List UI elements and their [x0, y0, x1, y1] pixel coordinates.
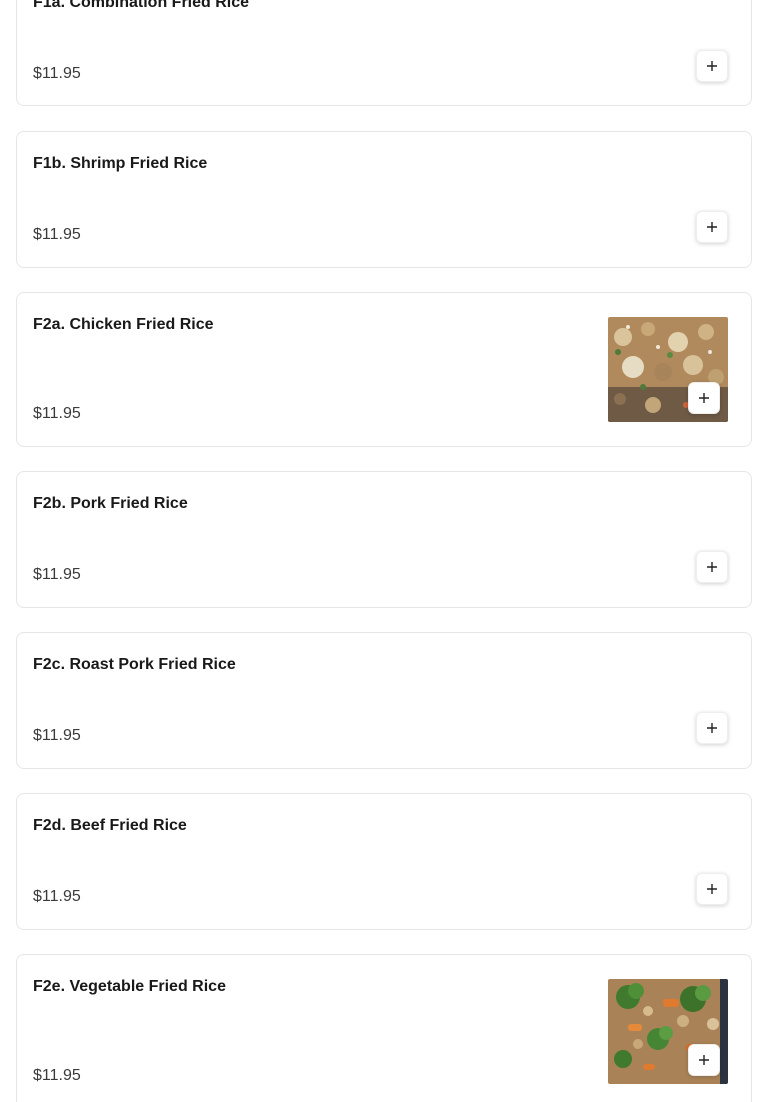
add-to-cart-button[interactable]: [688, 382, 720, 414]
menu-item-card[interactable]: F2c. Roast Pork Fried Rice $11.95: [16, 632, 752, 769]
menu-item-card[interactable]: F2a. Chicken Fried Rice $11.95: [16, 292, 752, 447]
menu-item-price: $11.95: [33, 405, 81, 422]
menu-item-list: F1a. Combination Fried Rice $11.95 F1b. …: [0, 0, 770, 1102]
menu-item-price: $11.95: [33, 727, 81, 744]
add-to-cart-button[interactable]: [696, 873, 728, 905]
add-to-cart-button[interactable]: [696, 551, 728, 583]
menu-item-card[interactable]: F2b. Pork Fried Rice $11.95: [16, 471, 752, 608]
plus-icon: [699, 393, 709, 403]
menu-item-card[interactable]: F1b. Shrimp Fried Rice $11.95: [16, 131, 752, 268]
add-to-cart-button[interactable]: [696, 712, 728, 744]
plus-icon: [707, 61, 717, 71]
menu-item-name: F1a. Combination Fried Rice: [33, 0, 250, 11]
vegetable-fried-rice-photo[interactable]: [608, 979, 728, 1084]
add-to-cart-button[interactable]: [696, 50, 728, 82]
plus-icon: [699, 1055, 709, 1065]
add-to-cart-button[interactable]: [688, 1044, 720, 1076]
menu-item-name: F1b. Shrimp Fried Rice: [33, 155, 208, 172]
menu-item-price: $11.95: [33, 65, 81, 82]
plus-icon: [707, 723, 717, 733]
plus-icon: [707, 884, 717, 894]
menu-item-name: F2a. Chicken Fried Rice: [33, 316, 214, 333]
plus-icon: [707, 222, 717, 232]
menu-item-price: $11.95: [33, 566, 81, 583]
plus-icon: [707, 562, 717, 572]
menu-item-price: $11.95: [33, 226, 81, 243]
menu-item-name: F2e. Vegetable Fried Rice: [33, 978, 226, 995]
menu-item-price: $11.95: [33, 1067, 81, 1084]
menu-item-card[interactable]: F2d. Beef Fried Rice $11.95: [16, 793, 752, 930]
menu-item-name: F2b. Pork Fried Rice: [33, 495, 188, 512]
chicken-fried-rice-photo[interactable]: [608, 317, 728, 422]
add-to-cart-button[interactable]: [696, 211, 728, 243]
menu-item-name: F2c. Roast Pork Fried Rice: [33, 656, 236, 673]
menu-item-price: $11.95: [33, 888, 81, 905]
menu-item-card[interactable]: F2e. Vegetable Fried Rice $11.95: [16, 954, 752, 1102]
menu-item-name: F2d. Beef Fried Rice: [33, 817, 187, 834]
menu-item-card[interactable]: F1a. Combination Fried Rice $11.95: [16, 0, 752, 106]
